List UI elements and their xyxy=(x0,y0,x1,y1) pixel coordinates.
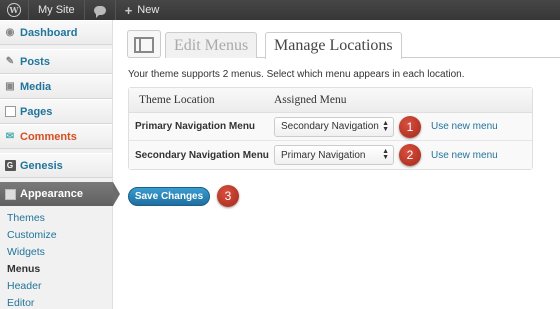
new-label: New xyxy=(137,4,160,16)
appearance-submenu: Themes Customize Widgets Menus Header Ed… xyxy=(0,206,112,309)
sidebar-item-dashboard[interactable]: ◉ Dashboard xyxy=(0,20,112,45)
media-icon: ▣ xyxy=(5,81,15,92)
select-value: Secondary Navigation xyxy=(281,121,379,132)
submenu-item-widgets[interactable]: Widgets xyxy=(0,244,112,261)
step-badge: 2 xyxy=(399,144,421,166)
select-value: Primary Navigation xyxy=(281,149,366,161)
main-content: Edit Menus Manage Locations Your theme s… xyxy=(113,20,560,309)
tab-manage-locations[interactable]: Manage Locations xyxy=(265,32,402,59)
new-content-button[interactable]: + New xyxy=(116,0,169,20)
sidebar-item-label: Posts xyxy=(20,55,50,68)
plus-icon: + xyxy=(124,2,133,18)
submenu-item-header[interactable]: Header xyxy=(0,278,112,295)
sidebar-item-pages[interactable]: Pages xyxy=(0,99,112,124)
appearance-icon xyxy=(4,188,16,200)
select-arrows-icon: ▲ ▼ xyxy=(382,148,389,161)
sidebar-item-comments[interactable]: ✉ Comments xyxy=(0,124,112,149)
submenu-item-themes[interactable]: Themes xyxy=(0,210,112,227)
column-header-assigned: Assigned Menu xyxy=(274,94,347,106)
genesis-icon: G xyxy=(4,160,16,172)
sidebar-item-media[interactable]: ▣ Media xyxy=(0,74,112,99)
select-arrows-icon: ▲ ▼ xyxy=(382,119,389,133)
sidebar-item-label: Dashboard xyxy=(20,26,78,39)
sidebar-item-genesis[interactable]: G Genesis xyxy=(0,153,112,178)
sidebar-item-posts[interactable]: ✎ Posts xyxy=(0,49,112,74)
admin-bar: W My Site + New xyxy=(0,0,560,20)
column-header-location: Theme Location xyxy=(139,94,215,106)
menu-locations-table: Theme Location Assigned Menu Primary Nav… xyxy=(128,87,533,170)
table-header: Theme Location Assigned Menu xyxy=(129,88,532,113)
submenu-item-editor[interactable]: Editor xyxy=(0,295,112,309)
save-changes-button[interactable]: Save Changes xyxy=(128,187,210,206)
table-row: Secondary Navigation Menu Primary Naviga… xyxy=(129,141,532,169)
site-name-link[interactable]: My Site xyxy=(29,0,84,20)
sidebar-item-label: Pages xyxy=(20,105,53,118)
menu-select[interactable]: Secondary Navigation ▲ ▼ xyxy=(274,116,394,137)
location-name: Primary Navigation Menu xyxy=(135,121,256,132)
tab-edit-menus[interactable]: Edit Menus xyxy=(165,32,258,58)
dashboard-icon: ◉ xyxy=(5,27,15,38)
location-name: Secondary Navigation Menu xyxy=(135,149,269,161)
pages-icon xyxy=(4,106,16,118)
wordpress-logo-icon[interactable]: W xyxy=(0,0,28,20)
comments-icon[interactable] xyxy=(85,0,115,20)
menus-screen-icon xyxy=(127,30,161,58)
comment-icon: ✉ xyxy=(5,131,15,142)
table-row: Primary Navigation Menu Secondary Naviga… xyxy=(129,113,532,141)
step-badge: 1 xyxy=(399,116,421,138)
pushpin-icon: ✎ xyxy=(5,56,15,67)
intro-text: Your theme supports 2 menus. Select whic… xyxy=(128,69,465,80)
menu-select[interactable]: Primary Navigation ▲ ▼ xyxy=(274,145,394,165)
sidebar-item-label: Appearance xyxy=(20,188,83,200)
sidebar-item-label: Media xyxy=(20,80,52,93)
sidebar-item-label: Comments xyxy=(20,130,77,143)
use-new-menu-link[interactable]: Use new menu xyxy=(431,121,498,132)
use-new-menu-link[interactable]: Use new menu xyxy=(431,150,498,161)
admin-sidebar: ◉ Dashboard ✎ Posts ▣ Media Pages ✉ Comm… xyxy=(0,20,120,309)
sidebar-item-label: Genesis xyxy=(20,159,63,172)
submenu-item-customize[interactable]: Customize xyxy=(0,227,112,244)
sidebar-item-appearance[interactable]: Appearance xyxy=(0,182,120,206)
submenu-item-menus[interactable]: Menus xyxy=(0,261,112,278)
step-badge: 3 xyxy=(217,185,239,207)
